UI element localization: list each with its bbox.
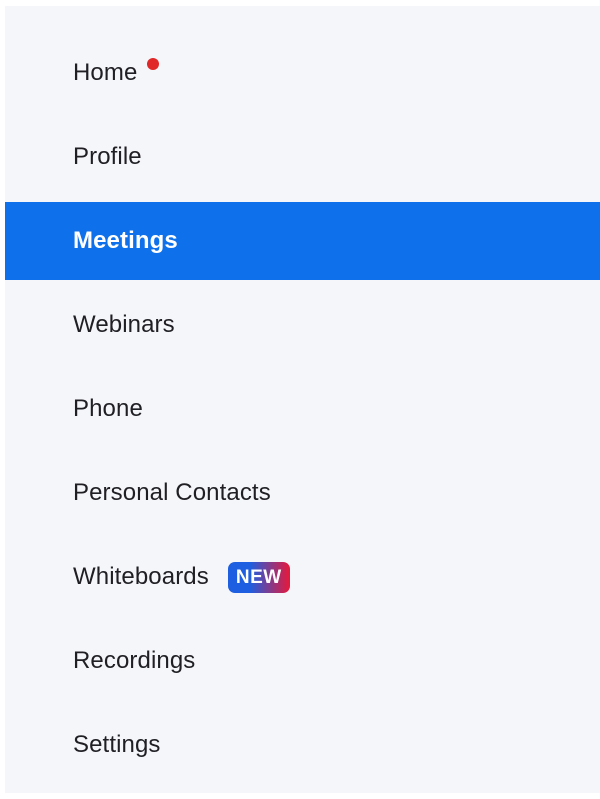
nav-list: Home Profile Meetings Webinars Phone Per…	[5, 31, 600, 787]
sidebar-nav: Home Profile Meetings Webinars Phone Per…	[5, 6, 600, 793]
sidebar-item-label: Personal Contacts	[73, 479, 271, 506]
sidebar-item-label: Profile	[73, 143, 142, 170]
sidebar-item-whiteboards[interactable]: Whiteboards NEW	[5, 535, 600, 619]
sidebar-item-phone[interactable]: Phone	[5, 367, 600, 451]
sidebar-item-label: Home	[73, 59, 138, 86]
sidebar-item-label: Whiteboards	[73, 563, 209, 590]
sidebar-item-personal-contacts[interactable]: Personal Contacts	[5, 451, 600, 535]
sidebar-item-label: Settings	[73, 731, 161, 758]
notification-dot-icon	[147, 58, 160, 70]
sidebar-item-settings[interactable]: Settings	[5, 703, 600, 787]
sidebar-item-home[interactable]: Home	[5, 31, 600, 115]
sidebar-item-label: Meetings	[73, 227, 178, 254]
sidebar-item-recordings[interactable]: Recordings	[5, 619, 600, 703]
sidebar-item-profile[interactable]: Profile	[5, 115, 600, 199]
sidebar-item-label: Recordings	[73, 647, 196, 674]
new-badge: NEW	[227, 561, 290, 593]
sidebar-item-label: Phone	[73, 395, 143, 422]
sidebar-item-label: Webinars	[73, 311, 175, 338]
sidebar-item-meetings[interactable]: Meetings	[5, 202, 600, 280]
sidebar-item-webinars[interactable]: Webinars	[5, 283, 600, 367]
